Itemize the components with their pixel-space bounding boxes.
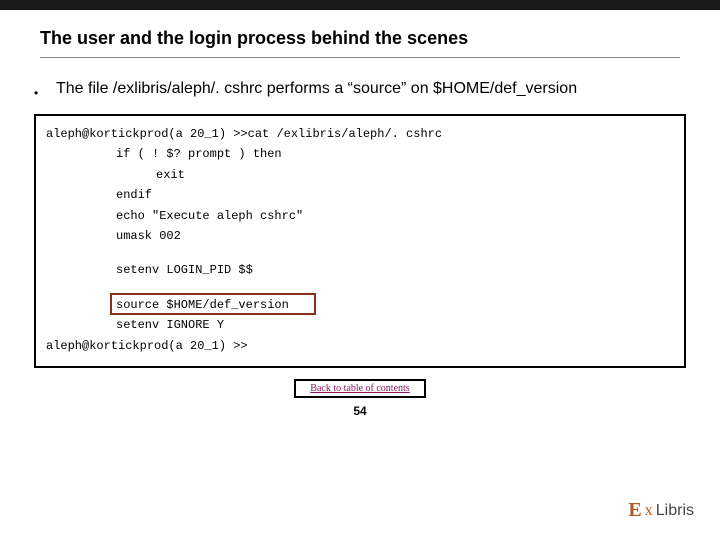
top-bar bbox=[0, 0, 720, 10]
code-line: exit bbox=[46, 165, 674, 185]
code-line-highlighted: source $HOME/def_version bbox=[46, 295, 674, 315]
code-line: aleph@kortickprod(a 20_1) >> bbox=[46, 336, 674, 356]
title-section: The user and the login process behind th… bbox=[0, 10, 720, 64]
code-line: endif bbox=[46, 185, 674, 205]
logo-text: Libris bbox=[656, 502, 694, 520]
code-line: if ( ! $? prompt ) then bbox=[46, 144, 674, 164]
exlibris-logo: ExLibris bbox=[628, 499, 694, 522]
code-line: setenv IGNORE Y bbox=[46, 315, 674, 335]
bullet-text: The file /exlibris/aleph/. cshrc perform… bbox=[56, 80, 577, 97]
back-to-toc-link[interactable]: Back to table of contents bbox=[294, 379, 425, 398]
page-number: 54 bbox=[0, 404, 720, 418]
logo-e-glyph: E bbox=[628, 499, 641, 522]
bullet-block: • The file /exlibris/aleph/. cshrc perfo… bbox=[0, 64, 720, 106]
logo-x-glyph: x bbox=[645, 502, 653, 520]
code-line: setenv LOGIN_PID $$ bbox=[46, 260, 674, 280]
code-text: source $HOME/def_version bbox=[116, 298, 289, 312]
code-block: aleph@kortickprod(a 20_1) >>cat /exlibri… bbox=[34, 114, 686, 368]
bullet-marker: • bbox=[34, 86, 38, 100]
title-underline bbox=[40, 57, 680, 58]
code-line: echo "Execute aleph cshrc" bbox=[46, 206, 674, 226]
code-line: umask 002 bbox=[46, 226, 674, 246]
code-line: aleph@kortickprod(a 20_1) >>cat /exlibri… bbox=[46, 124, 674, 144]
slide-title: The user and the login process behind th… bbox=[40, 28, 680, 55]
back-link-container: Back to table of contents bbox=[0, 378, 720, 398]
